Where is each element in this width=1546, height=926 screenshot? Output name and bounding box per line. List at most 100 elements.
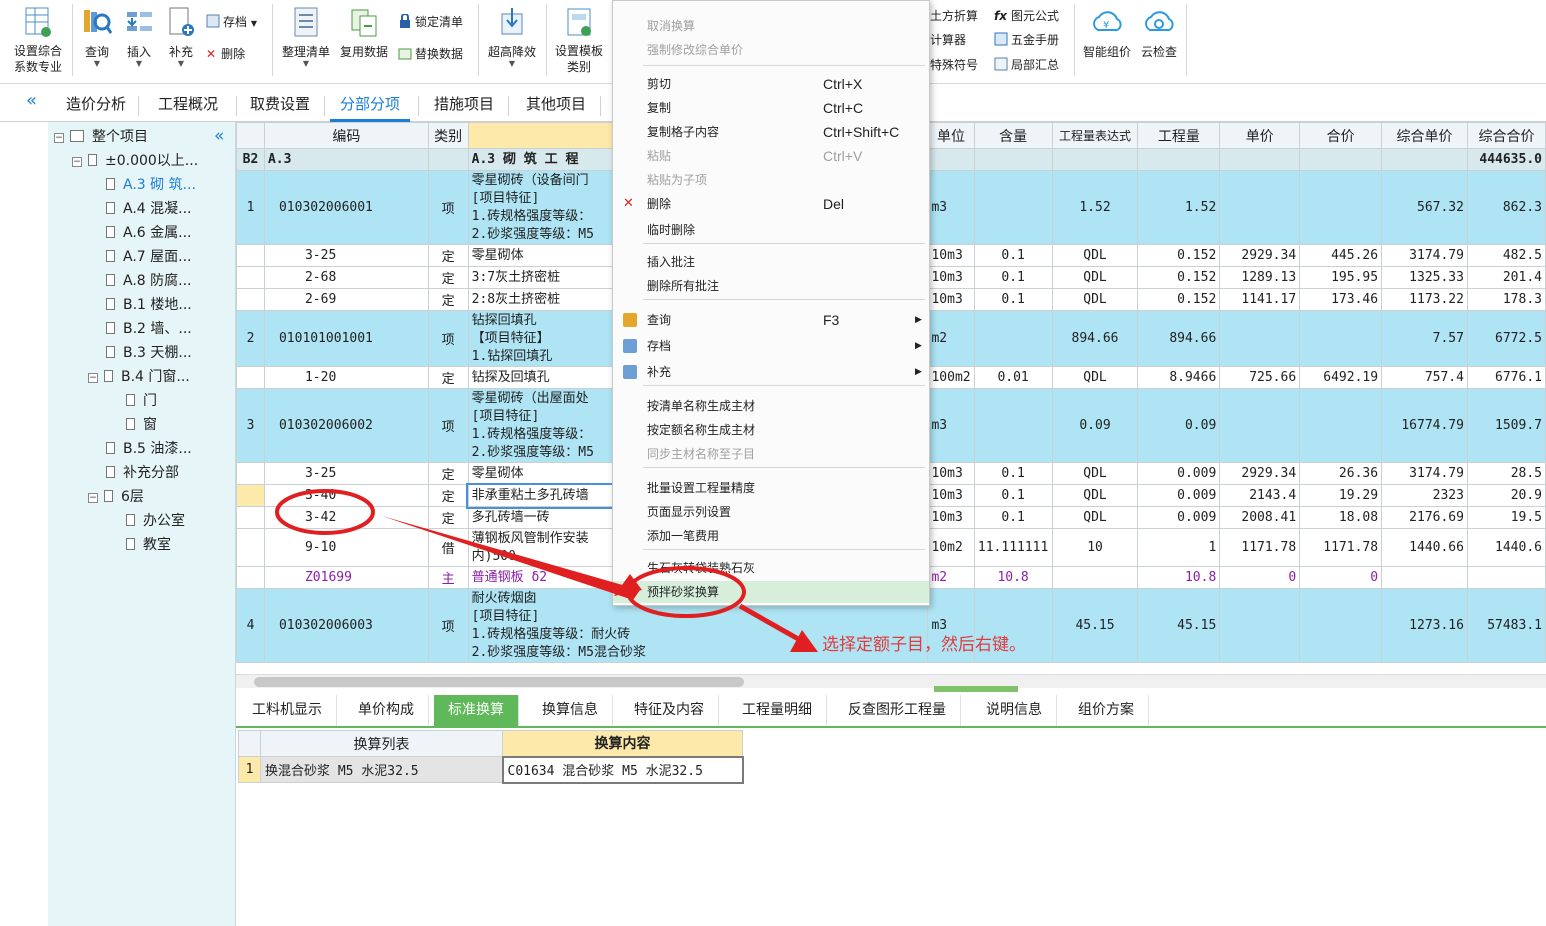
row-number[interactable] [236, 266, 265, 289]
comp-total-cell[interactable] [1466, 566, 1546, 589]
unit-price-cell[interactable]: 2143.4 [1219, 484, 1301, 507]
header-expression[interactable]: 工程量表达式 [1051, 122, 1139, 149]
category-cell[interactable]: 项 [427, 310, 469, 367]
total-cell[interactable] [1299, 148, 1383, 171]
expression-cell[interactable] [1051, 566, 1139, 589]
tree-node-a7[interactable]: A.7 屋面... [106, 246, 192, 268]
menu-item[interactable]: 临时删除 [613, 219, 929, 241]
unit-price-cell[interactable]: 1289.13 [1219, 266, 1301, 289]
row-number[interactable] [236, 244, 265, 267]
unit-price-cell[interactable]: 2929.34 [1219, 244, 1301, 267]
comp-price-cell[interactable]: 16774.79 [1381, 388, 1468, 463]
comp-total-cell[interactable]: 6772.5 [1466, 310, 1546, 367]
menu-item[interactable]: 批量设置工程量精度 [613, 477, 929, 499]
comp-price-cell[interactable]: 7.57 [1381, 310, 1468, 367]
ratio-cell[interactable]: 0.1 [973, 288, 1053, 311]
unit-cell[interactable]: 10m3 [927, 462, 975, 485]
header-unit-price[interactable]: 单价 [1219, 122, 1301, 149]
save-button[interactable]: 存档 ▼ [206, 13, 257, 30]
code-cell[interactable]: 010302006001 [263, 170, 429, 245]
panel-splitter[interactable] [934, 686, 1018, 692]
tab-labor-material[interactable]: 工料机显示 [238, 695, 337, 726]
quantity-cell[interactable]: 0.009 [1137, 484, 1221, 507]
expression-cell[interactable]: 10 [1051, 528, 1139, 567]
comp-total-cell[interactable]: 444635.0 [1466, 148, 1546, 171]
code-cell[interactable]: 2-69 [263, 288, 429, 311]
code-cell[interactable]: 1-20 [263, 366, 429, 389]
expression-cell[interactable]: 894.66 [1051, 310, 1139, 367]
set-template-button[interactable]: 设置模板 类别 [552, 6, 606, 75]
total-cell[interactable]: 1171.78 [1299, 528, 1383, 567]
quantity-cell[interactable]: 10.8 [1137, 566, 1221, 589]
category-cell[interactable]: 定 [427, 462, 469, 485]
conversion-list-cell[interactable]: 换混合砂浆 M5 水泥32.5 [260, 756, 503, 783]
unit-price-cell[interactable]: 2008.41 [1219, 506, 1301, 529]
unit-price-cell[interactable]: 1171.78 [1219, 528, 1301, 567]
header-comp-total[interactable]: 综合合价 [1466, 122, 1546, 149]
row-number[interactable] [236, 462, 265, 485]
quantity-cell[interactable]: 1.52 [1137, 170, 1221, 245]
total-cell[interactable]: 445.26 [1299, 244, 1383, 267]
quantity-cell[interactable]: 0.009 [1137, 506, 1221, 529]
menu-item[interactable]: 按定额名称生成主材 [613, 419, 929, 441]
ratio-cell[interactable]: 0.1 [973, 484, 1053, 507]
quantity-cell[interactable]: 8.9466 [1137, 366, 1221, 389]
set-rate-button[interactable]: 设置综合 系数专业 [10, 6, 66, 75]
unit-price-cell[interactable]: 725.66 [1219, 366, 1301, 389]
unit-price-cell[interactable] [1219, 388, 1301, 463]
collapse-box-icon[interactable]: − [88, 373, 98, 383]
tree-node-b3[interactable]: B.3 天棚... [106, 342, 192, 364]
unit-cell[interactable]: 10m3 [927, 244, 975, 267]
comp-price-cell[interactable]: 2323 [1381, 484, 1468, 507]
unit-cell[interactable]: m2 [927, 310, 975, 367]
tree-root[interactable]: − 整个项目 [54, 126, 148, 148]
insert-button[interactable]: 插入 ▼ [122, 6, 156, 68]
unit-cell[interactable]: m3 [927, 170, 975, 245]
comp-price-cell[interactable] [1381, 566, 1468, 589]
comp-price-cell[interactable]: 2176.69 [1381, 506, 1468, 529]
total-cell[interactable]: 26.36 [1299, 462, 1383, 485]
tree-node-classroom[interactable]: 教室 [126, 534, 171, 556]
menu-item[interactable]: 插入批注 [613, 251, 929, 273]
comp-price-cell[interactable]: 3174.79 [1381, 462, 1468, 485]
tab-reverse-lookup[interactable]: 反查图形工程量 [834, 695, 961, 726]
ratio-cell[interactable]: 11.111111 [973, 528, 1053, 567]
menu-item[interactable]: 复制 Ctrl+C [613, 97, 929, 119]
collapse-box-icon[interactable]: − [72, 157, 82, 167]
row-number[interactable] [236, 484, 265, 507]
comp-total-cell[interactable]: 178.3 [1466, 288, 1546, 311]
category-cell[interactable]: 定 [427, 244, 469, 267]
header-comp-price[interactable]: 综合单价 [1381, 122, 1468, 149]
expression-cell[interactable]: QDL [1051, 462, 1139, 485]
comp-total-cell[interactable]: 1440.6 [1466, 528, 1546, 567]
total-cell[interactable] [1299, 310, 1383, 367]
category-cell[interactable]: 项 [427, 388, 469, 463]
collapse-tree-icon[interactable]: « [214, 126, 224, 146]
comp-total-cell[interactable]: 482.5 [1466, 244, 1546, 267]
tab-measures[interactable]: 措施项目 [424, 92, 504, 122]
unit-price-cell[interactable] [1219, 310, 1301, 367]
category-cell[interactable]: 项 [427, 170, 469, 245]
unit-cell[interactable]: m3 [927, 388, 975, 463]
supplement-button[interactable]: 补充 ▼ [164, 6, 198, 68]
row-number[interactable] [236, 366, 265, 389]
partial-summary-button[interactable]: 局部汇总 [994, 56, 1059, 73]
expression-cell[interactable] [1051, 148, 1139, 171]
expression-cell[interactable]: QDL [1051, 266, 1139, 289]
comp-total-cell[interactable]: 19.5 [1466, 506, 1546, 529]
tree-node-a3[interactable]: A.3 砌 筑... [106, 174, 196, 196]
collapse-box-icon[interactable]: − [54, 133, 64, 143]
conversion-content-cell[interactable]: C01634 混合砂浆 M5 水泥32.5 [501, 755, 744, 784]
menu-item[interactable]: 生石灰转袋装熟石灰 [613, 557, 929, 579]
comp-price-cell[interactable] [1381, 148, 1468, 171]
unit-cell[interactable]: 100m2 [927, 366, 975, 389]
unit-cell[interactable] [927, 148, 975, 171]
expression-cell[interactable]: QDL [1051, 484, 1139, 507]
comp-total-cell[interactable]: 20.9 [1466, 484, 1546, 507]
ratio-cell[interactable]: 0.1 [973, 244, 1053, 267]
category-cell[interactable] [427, 148, 469, 171]
total-cell[interactable] [1299, 170, 1383, 245]
quantity-cell[interactable]: 0.152 [1137, 244, 1221, 267]
comp-price-cell[interactable]: 1440.66 [1381, 528, 1468, 567]
code-cell[interactable]: A.3 [263, 148, 429, 171]
